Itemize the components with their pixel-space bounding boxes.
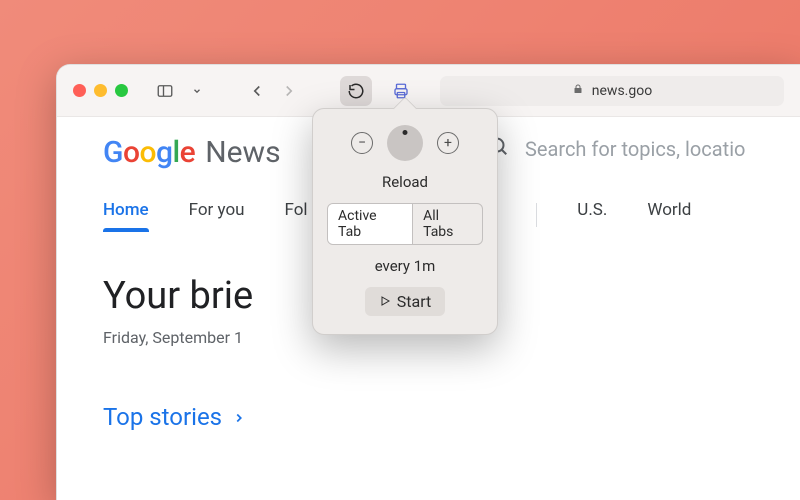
scope-all-tabs[interactable]: All Tabs	[412, 204, 482, 244]
tab-home[interactable]: Home	[103, 200, 149, 230]
lock-icon	[572, 83, 584, 99]
google-news-suffix: News	[205, 135, 280, 170]
minimize-window-button[interactable]	[94, 84, 107, 97]
tab-following[interactable]: Fol	[285, 200, 308, 230]
maximize-window-button[interactable]	[115, 84, 128, 97]
auto-reload-popover: − + Reload Active Tab All Tabs every 1m …	[312, 108, 498, 335]
nav-arrows	[242, 77, 304, 105]
top-stories-link[interactable]: Top stories	[103, 403, 754, 431]
play-icon	[379, 292, 391, 311]
sidebar-toggle-button[interactable]	[150, 77, 180, 105]
search-placeholder: Search for topics, locatio	[525, 137, 745, 161]
window-controls	[73, 84, 128, 97]
sidebar-toggle-group	[150, 77, 212, 105]
address-text: news.goo	[592, 83, 652, 99]
scope-active-tab[interactable]: Active Tab	[328, 204, 412, 244]
tab-for-you[interactable]: For you	[189, 200, 245, 230]
start-label: Start	[397, 292, 431, 311]
start-button[interactable]: Start	[365, 287, 445, 316]
auto-reload-extension-button[interactable]	[340, 76, 372, 106]
tab-scope-segmented: Active Tab All Tabs	[327, 203, 483, 245]
forward-button[interactable]	[274, 77, 304, 105]
close-window-button[interactable]	[73, 84, 86, 97]
interval-dial[interactable]	[387, 125, 423, 161]
interval-label: every 1m	[375, 257, 436, 275]
back-button[interactable]	[242, 77, 272, 105]
increase-interval-button[interactable]: +	[437, 132, 459, 154]
top-stories-label: Top stories	[103, 403, 222, 431]
site-search[interactable]: Search for topics, locatio	[487, 135, 800, 162]
google-logo-text: Google	[103, 135, 195, 170]
tab-us[interactable]: U.S.	[577, 200, 607, 230]
popover-title: Reload	[382, 173, 428, 191]
interval-dial-row: − +	[351, 125, 459, 161]
decrease-interval-button[interactable]: −	[351, 132, 373, 154]
tabs-divider	[536, 203, 537, 227]
address-bar[interactable]: news.goo	[440, 76, 784, 106]
sidebar-menu-chevron[interactable]	[182, 77, 212, 105]
chevron-right-icon	[232, 403, 246, 431]
tab-world[interactable]: World	[647, 200, 691, 230]
